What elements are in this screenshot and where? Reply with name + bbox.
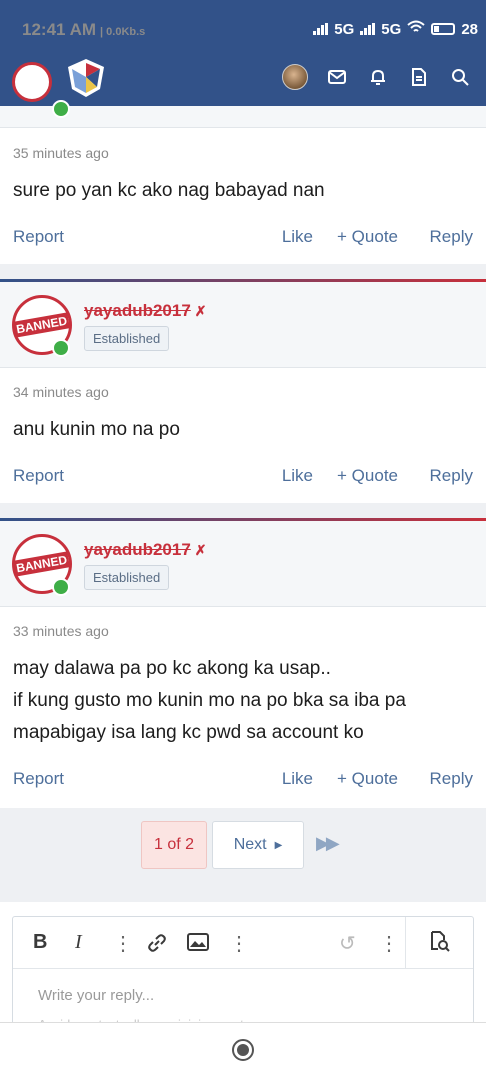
site-logo[interactable] [64,55,108,99]
post: BANNED yayadub2017 ✗ Established 33 minut… [0,518,486,808]
envelope-icon[interactable] [325,64,349,90]
post-header: BANNED yayadub2017 ✗ Established [0,279,486,368]
user-title-badge: Established [84,326,170,351]
undo-icon[interactable]: ↺ [339,931,356,956]
user-title-badge: Established [84,565,170,590]
preview-button[interactable] [405,917,473,969]
clock: 12:41 AM | 0.0Kb.s [22,20,146,39]
page-indicator[interactable]: 1 of 2 [141,821,207,869]
author-avatar [12,62,52,102]
post-time: 35 minutes ago [13,145,109,161]
banned-user-icon: ✗ [194,542,207,558]
pagination: 1 of 2 Next ▶ ▶▶ [0,821,486,871]
quote-button[interactable]: + Quote [337,227,398,247]
status-indicators: 5G 5G 28 [313,20,478,38]
editor-toolbar: B I ⋮ ⋮ ↺ ⋮ [13,917,473,969]
post: 35 minutes ago sure po yan kc ako nag ba… [0,62,486,264]
bell-icon[interactable] [366,64,390,90]
signal-icon-2 [360,23,376,35]
post-divider [0,279,486,282]
online-indicator [52,339,70,357]
post-body: may dalawa pa po kc akong ka usap.. if k… [13,658,406,743]
like-button[interactable]: Like [282,227,313,247]
preview-icon [429,930,451,957]
post-body: sure po yan kc ako nag babayad nan [13,180,325,201]
network-type-2: 5G [381,20,402,38]
next-page-button[interactable]: Next ▶ [212,821,304,869]
reply-button[interactable]: Reply [430,466,473,486]
quote-button[interactable]: + Quote [337,466,398,486]
report-link[interactable]: Report [13,227,64,247]
battery-icon [431,23,456,35]
reply-button[interactable]: Reply [430,227,473,247]
post-header: BANNED yayadub2017 ✗ Established [0,518,486,607]
more-text-options-icon[interactable]: ⋮ [113,931,133,956]
like-button[interactable]: Like [282,769,313,789]
reply-editor: B I ⋮ ⋮ ↺ ⋮ Write your reply... Avoid an… [0,902,486,1046]
online-indicator [52,578,70,596]
signal-icon [313,23,329,35]
system-nav-bar [0,1022,486,1080]
wifi-icon [407,20,425,38]
like-button[interactable]: Like [282,466,313,486]
report-link[interactable]: Report [13,466,64,486]
net-speed: | 0.0Kb.s [100,26,146,38]
post-time: 33 minutes ago [13,623,109,639]
bold-button[interactable]: B [33,931,47,954]
top-nav [0,58,486,106]
post-divider [0,518,486,521]
image-icon[interactable] [187,933,209,957]
chevron-right-icon: ▶ [274,839,283,851]
search-icon[interactable] [448,64,472,90]
reply-input[interactable]: Write your reply... [38,987,154,1004]
italic-button[interactable]: I [75,931,82,954]
report-link[interactable]: Report [13,769,64,789]
status-bar: 12:41 AM | 0.0Kb.s 5G 5G 28 [0,0,486,58]
post-body: anu kunin mo na po [13,419,180,440]
post-header [0,62,486,128]
more-options-icon[interactable]: ⋮ [379,931,399,956]
author-name[interactable]: yayadub2017 ✗ [84,540,207,560]
post: BANNED yayadub2017 ✗ Established 34 minut… [0,279,486,503]
more-insert-options-icon[interactable]: ⋮ [229,931,249,956]
network-type: 5G [334,20,355,38]
author-name[interactable]: yayadub2017 ✗ [84,301,207,321]
quote-button[interactable]: + Quote [337,769,398,789]
user-avatar[interactable] [282,64,308,90]
last-page-icon[interactable]: ▶▶ [316,833,340,854]
reply-button[interactable]: Reply [430,769,473,789]
link-icon[interactable] [147,933,167,959]
banned-user-icon: ✗ [194,303,207,319]
nav-actions [282,64,472,90]
online-indicator [52,100,70,118]
battery-level: 28 [461,20,478,38]
document-icon[interactable] [407,64,431,90]
post-time: 34 minutes ago [13,384,109,400]
home-button[interactable] [232,1039,254,1061]
